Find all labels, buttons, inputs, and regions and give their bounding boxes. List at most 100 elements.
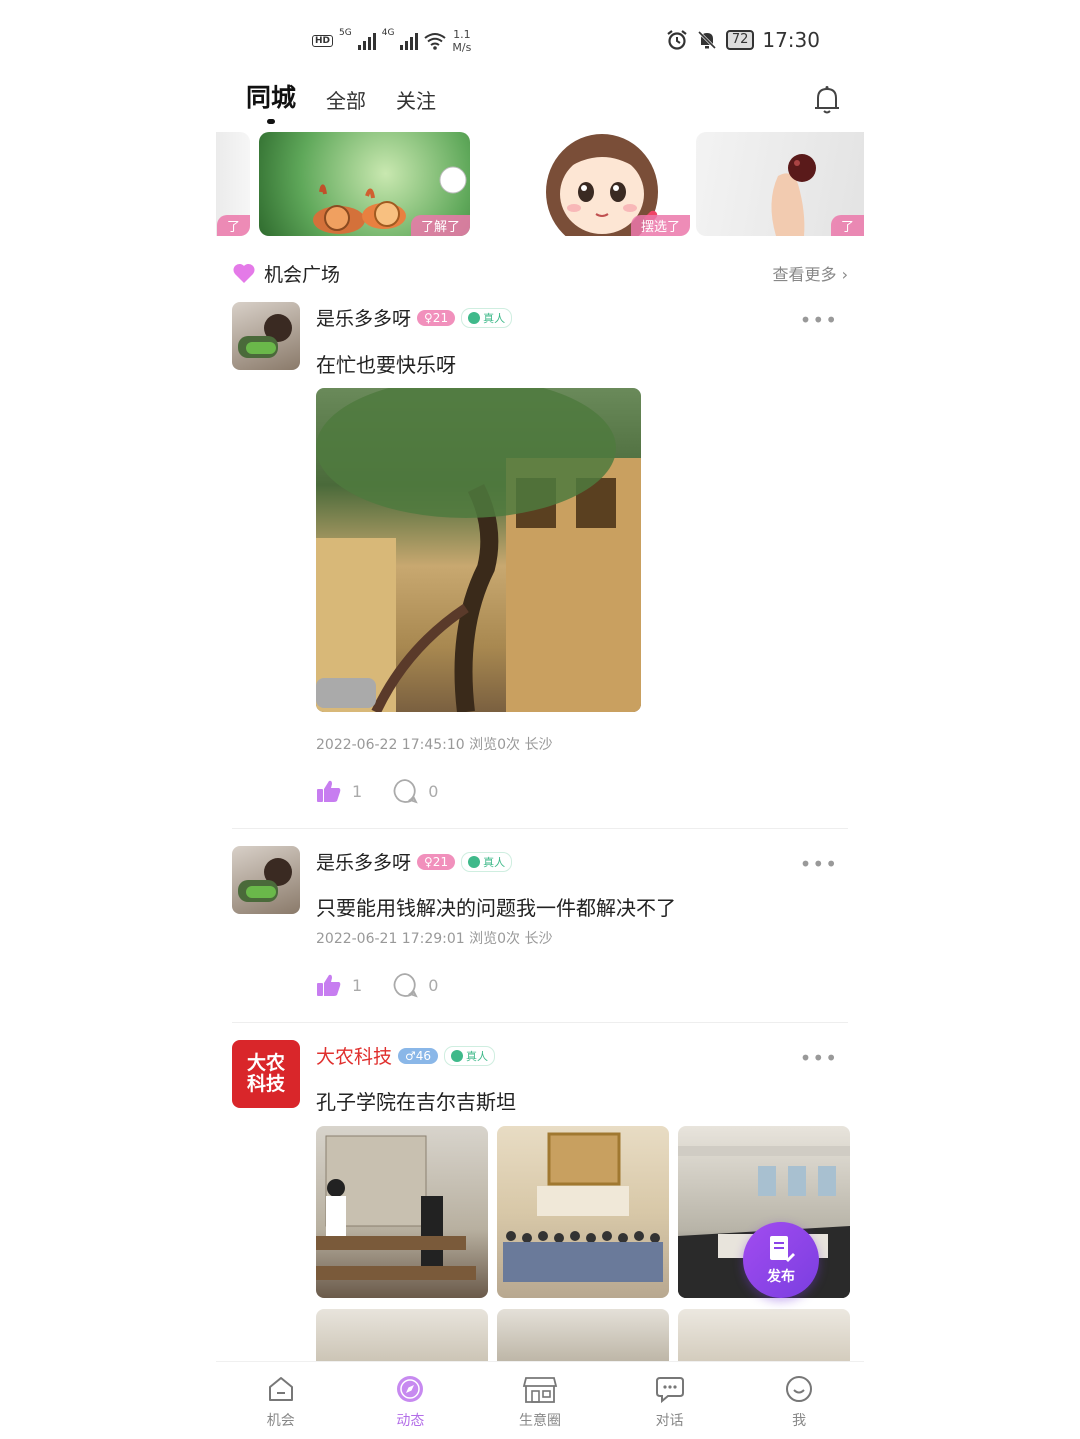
status-right: 72 17:30	[666, 28, 820, 52]
avatar[interactable]: 大农 科技	[232, 1040, 300, 1108]
like-button[interactable]: 1	[316, 779, 362, 803]
battery-indicator: 72	[725, 30, 755, 50]
nav-item-moments[interactable]: 动态	[346, 1362, 476, 1439]
nav-item-opportunity[interactable]: 机会	[216, 1362, 346, 1439]
like-count: 1	[352, 781, 363, 801]
group-photo	[503, 1132, 663, 1282]
verified-label: 真人	[483, 311, 506, 325]
feed-tabs: 同城 全部 关注	[246, 78, 436, 124]
section-title-text: 机会广场	[264, 263, 341, 286]
tree-photo	[316, 388, 641, 712]
like-button[interactable]: 1	[316, 973, 362, 997]
notification-bell-icon[interactable]	[812, 84, 842, 116]
banner-card[interactable]: 了	[216, 132, 250, 236]
author-row: 是乐多多呀 ♀21 真人	[316, 848, 513, 875]
network-5g-label: 5G	[339, 28, 352, 38]
shop-icon	[522, 1377, 558, 1403]
more-options-icon[interactable]: •••	[800, 852, 838, 876]
avatar-image	[238, 314, 292, 358]
tab-all[interactable]: 全部	[326, 85, 366, 114]
post-actions: 1 0	[316, 972, 438, 998]
comment-icon	[393, 973, 418, 998]
bottom-nav: 机会 动态 生意圈 对话 我	[216, 1361, 864, 1439]
nav-label: 生意圈	[518, 1413, 561, 1429]
section-title: 机会广场	[232, 260, 340, 287]
verified-badge: 真人	[444, 1045, 496, 1066]
edit-doc-icon	[770, 1236, 795, 1262]
home-icon	[268, 1377, 293, 1401]
comment-button[interactable]: 0	[392, 972, 438, 998]
status-bar: HD 5G 4G 1.1 M/s 72 17:30	[216, 22, 864, 62]
author-name[interactable]: 是乐多多呀	[316, 304, 411, 331]
nav-label: 机会	[266, 1413, 295, 1429]
post-content: 孔子学院在吉尔吉斯坦	[316, 1090, 516, 1114]
section-header: 机会广场 查看更多 ›	[232, 258, 848, 288]
post-content: 只要能用钱解决的问题我一件都解决不了	[316, 896, 676, 920]
nav-item-chat[interactable]: 对话	[605, 1362, 735, 1439]
banner-tag: 摆选了	[630, 215, 690, 236]
post-image[interactable]	[678, 1309, 850, 1369]
divider	[232, 828, 848, 829]
mute-bell-icon	[697, 30, 716, 50]
hd-indicator: HD	[312, 35, 334, 47]
see-more-link[interactable]: 查看更多 ›	[773, 261, 849, 285]
more-options-icon[interactable]: •••	[800, 308, 838, 332]
comment-button[interactable]: 0	[392, 778, 438, 804]
post-image[interactable]	[316, 1126, 488, 1298]
network-speed: 1.1 M/s	[452, 28, 471, 54]
nav-item-me[interactable]: 我	[734, 1362, 864, 1439]
post-image[interactable]	[316, 1309, 488, 1369]
comment-icon	[393, 779, 418, 804]
tab-following[interactable]: 关注	[396, 85, 436, 114]
post-image[interactable]	[497, 1126, 669, 1298]
verified-badge: 真人	[461, 851, 513, 872]
thumbs-up-icon	[317, 780, 341, 802]
divider	[232, 1022, 848, 1023]
signal-icon	[357, 32, 376, 50]
author-row: 大农科技 ♂46 真人	[316, 1042, 496, 1069]
post-meta: 2022-06-22 17:45:10 浏览0次 长沙	[316, 737, 553, 753]
speed-unit: M/s	[452, 41, 472, 54]
more-options-icon[interactable]: •••	[800, 1046, 838, 1070]
post-image[interactable]	[497, 1309, 669, 1369]
publish-button[interactable]: 发布	[743, 1222, 819, 1298]
alarm-icon	[667, 30, 687, 50]
wifi-icon	[424, 33, 447, 50]
post-meta: 2022-06-21 17:29:01 浏览0次 长沙	[316, 931, 553, 947]
avatar[interactable]	[232, 302, 300, 370]
gender-age-badge: ♀21	[417, 853, 456, 870]
banner-carousel: 了 了解了 摆选了 了	[216, 132, 864, 238]
app-screen: HD 5G 4G 1.1 M/s 72 17:30 同城 全部 关注 了 了解了…	[216, 0, 864, 1439]
publish-label: 发布	[767, 1269, 795, 1285]
feed-post: 是乐多多呀 ♀21 真人 ••• 在忙也要快乐呀 2022-06-22 17:4…	[232, 302, 848, 822]
status-left: HD 5G 4G 1.1 M/s	[312, 28, 471, 54]
post-image[interactable]	[316, 388, 641, 712]
nav-label: 我	[792, 1413, 807, 1429]
gender-age-badge: ♀21	[417, 309, 456, 326]
check-icon	[468, 311, 481, 324]
author-name[interactable]: 大农科技	[316, 1042, 392, 1069]
author-name[interactable]: 是乐多多呀	[316, 848, 411, 875]
office-photo	[316, 1135, 476, 1280]
feed-post: 大农 科技 大农科技 ♂46 真人 ••• 孔子学院在吉尔吉斯坦	[232, 1040, 850, 1370]
tab-local[interactable]: 同城	[246, 78, 296, 124]
banner-card[interactable]: 摆选了	[514, 132, 690, 236]
speed-value: 1.1	[453, 28, 471, 41]
verified-badge: 真人	[461, 307, 513, 328]
banner-card[interactable]: 了解了	[259, 132, 470, 236]
clock: 17:30	[762, 28, 820, 52]
verified-label: 真人	[483, 855, 506, 869]
nav-label: 对话	[655, 1413, 684, 1429]
banner-tag: 了解了	[410, 215, 470, 236]
like-count: 1	[352, 975, 363, 995]
nav-item-business[interactable]: 生意圈	[475, 1362, 605, 1439]
network-4g-label: 4G	[381, 28, 395, 38]
avatar[interactable]	[232, 846, 300, 914]
post-content: 在忙也要快乐呀	[316, 353, 456, 377]
banner-card[interactable]: 了	[696, 132, 864, 236]
heart-icon	[233, 263, 255, 283]
comment-count: 0	[428, 975, 439, 995]
verified-label: 真人	[466, 1049, 489, 1063]
check-icon	[451, 1049, 464, 1062]
nav-label: 动态	[396, 1413, 425, 1429]
